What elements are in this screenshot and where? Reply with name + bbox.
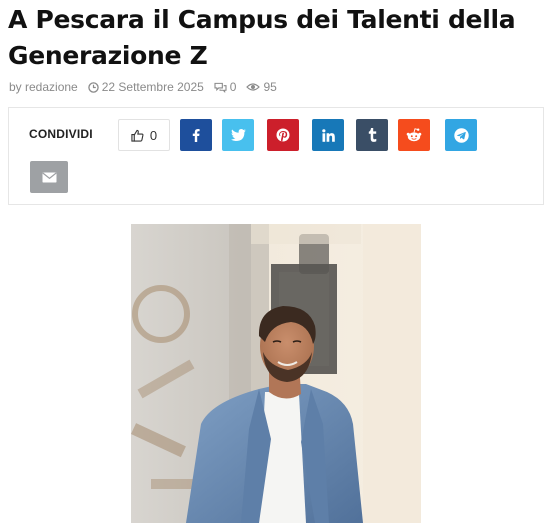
share-facebook-button[interactable] bbox=[180, 119, 212, 151]
pinterest-icon bbox=[276, 128, 290, 142]
views-count: 95 bbox=[263, 80, 277, 94]
author-link[interactable]: by redazione bbox=[9, 80, 78, 94]
comments-link[interactable]: 0 bbox=[214, 80, 237, 94]
envelope-icon bbox=[41, 172, 57, 182]
share-telegram-button[interactable] bbox=[445, 119, 477, 151]
share-email-button[interactable] bbox=[30, 161, 68, 193]
share-panel: CONDIVIDI 0 bbox=[8, 107, 544, 205]
share-reddit-button[interactable] bbox=[398, 119, 430, 151]
share-twitter-button[interactable] bbox=[222, 119, 254, 151]
eye-icon bbox=[246, 83, 261, 91]
portrait-photo bbox=[131, 224, 421, 523]
share-label: CONDIVIDI bbox=[29, 127, 93, 141]
share-linkedin-button[interactable] bbox=[312, 119, 344, 151]
linkedin-icon bbox=[321, 128, 335, 142]
date-item: 22 Settembre 2025 bbox=[87, 80, 204, 94]
article-photo bbox=[131, 224, 421, 523]
like-count: 0 bbox=[149, 127, 158, 143]
comments-count: 0 bbox=[229, 80, 237, 94]
article-title: A Pescara il Campus dei Talenti della Ge… bbox=[8, 5, 516, 70]
facebook-icon bbox=[192, 129, 200, 142]
telegram-icon bbox=[453, 127, 469, 143]
clock-icon bbox=[87, 81, 99, 93]
thumbs-up-icon bbox=[131, 129, 144, 142]
share-pinterest-button[interactable] bbox=[267, 119, 299, 151]
reddit-icon bbox=[406, 128, 422, 142]
twitter-icon bbox=[230, 129, 246, 141]
author-label: by redazione bbox=[9, 80, 78, 94]
publish-date: 22 Settembre 2025 bbox=[101, 80, 204, 94]
share-tumblr-button[interactable] bbox=[356, 119, 388, 151]
article-meta: by redazione 22 Settembre 2025 0 95 bbox=[9, 79, 277, 95]
tumblr-icon bbox=[368, 128, 376, 142]
like-button[interactable]: 0 bbox=[118, 119, 170, 151]
comments-icon bbox=[214, 82, 227, 93]
views-item: 95 bbox=[246, 80, 277, 94]
